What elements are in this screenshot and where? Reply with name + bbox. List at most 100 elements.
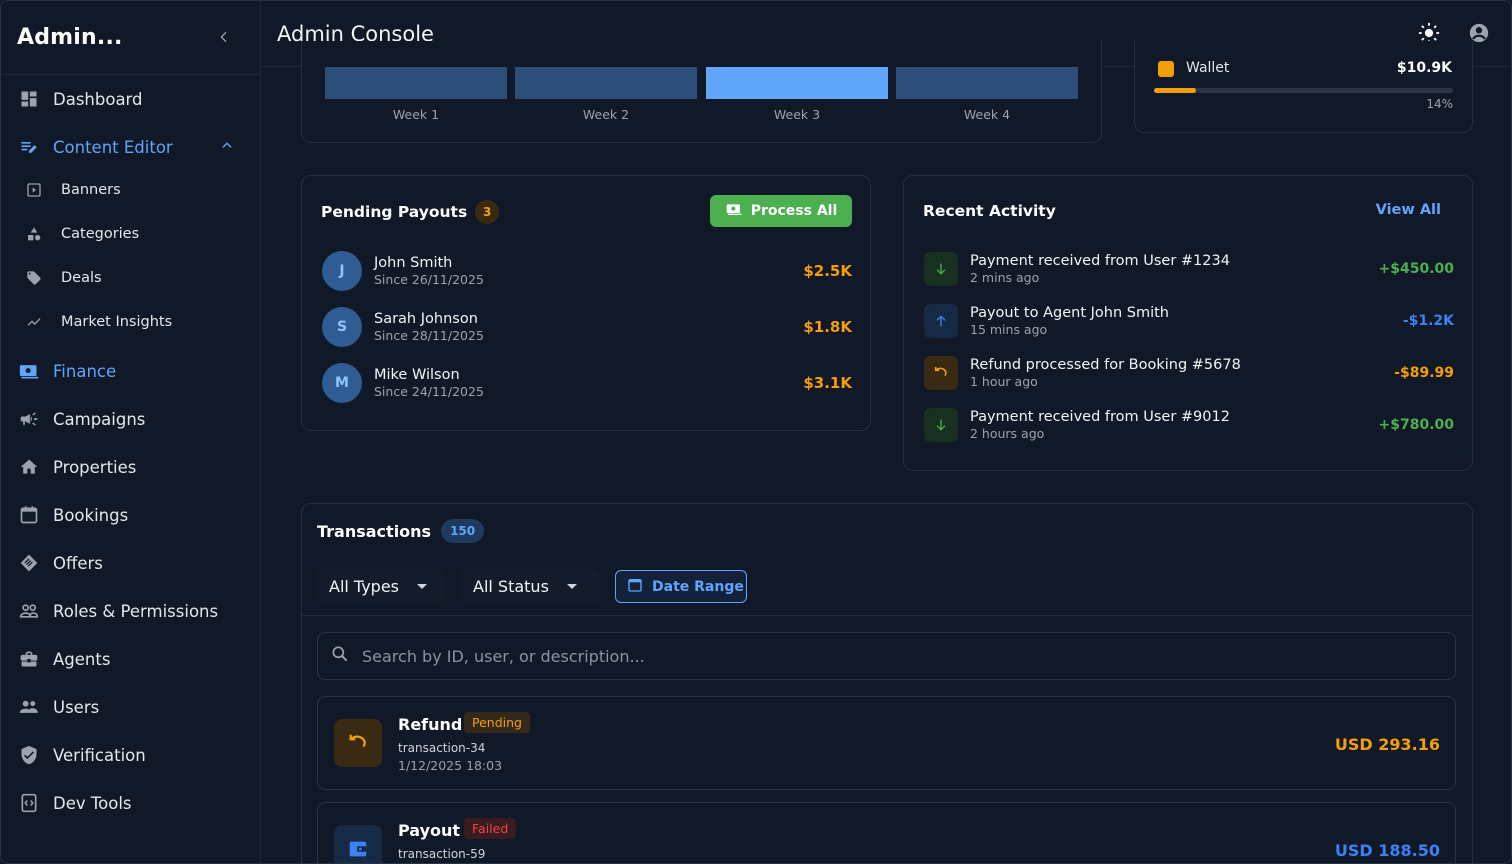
wallet-row: Wallet $10.9K — [1154, 61, 1452, 79]
payout-name: Mike Wilson — [374, 367, 460, 383]
sidebar: Admin... Dashboard Content Editor Banner… — [1, 1, 261, 863]
sidebar-item-label: Roles & Permissions — [53, 601, 219, 621]
activity-time: 2 mins ago — [970, 270, 1040, 285]
wallet-icon — [334, 825, 382, 863]
sidebar-subitem-label: Banners — [61, 182, 121, 198]
sidebar-item-label: Agents — [53, 649, 111, 669]
dashboard-icon — [17, 87, 41, 111]
chart-bar[interactable] — [515, 67, 697, 99]
payout-amount: $2.5K — [803, 262, 852, 280]
trend-icon — [25, 313, 43, 331]
divider — [302, 615, 1472, 616]
users-icon — [17, 695, 41, 719]
chevron-up-icon[interactable] — [220, 138, 234, 156]
payout-row[interactable]: M Mike Wilson Since 24/11/2025 $3.1K — [322, 363, 852, 403]
transactions-header: Transactions 150 — [317, 519, 485, 543]
view-all-link[interactable]: View All — [1376, 202, 1441, 218]
sidebar-item-agents[interactable]: Agents — [1, 635, 260, 683]
money-icon — [17, 359, 41, 383]
chart-bar-highlighted[interactable] — [706, 67, 888, 99]
sidebar-item-label: Verification — [53, 745, 146, 765]
code-icon — [17, 791, 41, 815]
process-all-label: Process All — [750, 203, 838, 219]
transaction-date: 1/12/2025 18:03 — [398, 758, 503, 773]
sidebar-item-label: Bookings — [53, 505, 129, 525]
payout-since: Since 28/11/2025 — [374, 328, 484, 343]
chart-bar[interactable] — [896, 67, 1078, 99]
activity-row[interactable]: Payout to Agent John Smith 15 mins ago -… — [924, 303, 1454, 339]
undo-icon — [334, 719, 382, 767]
transaction-item[interactable]: Payout Failed transaction-59 USD 188.50 — [317, 802, 1456, 863]
calendar-icon — [627, 577, 643, 597]
avatar: S — [322, 307, 362, 347]
sidebar-subitem-market-insights[interactable]: Market Insights — [1, 300, 260, 344]
brand-title: Admin... — [17, 25, 123, 50]
status-filter-select[interactable]: All Status — [461, 569, 599, 603]
activity-time: 1 hour ago — [970, 374, 1038, 389]
sidebar-item-verification[interactable]: Verification — [1, 731, 260, 779]
arrow-down-icon — [924, 252, 958, 286]
payout-since: Since 26/11/2025 — [374, 272, 484, 287]
wallet-icon — [1158, 61, 1174, 77]
recent-activity-card: Recent Activity View All Payment receive… — [903, 175, 1473, 471]
activity-amount: -$89.99 — [1394, 365, 1454, 381]
sidebar-item-campaigns[interactable]: Campaigns — [1, 395, 260, 443]
sidebar-item-label: Dashboard — [53, 89, 143, 109]
sidebar-subitem-categories[interactable]: Categories — [1, 212, 260, 256]
sidebar-item-finance[interactable]: Finance — [1, 347, 260, 395]
transaction-type: Payout — [398, 821, 461, 840]
type-filter-select[interactable]: All Types — [317, 569, 445, 603]
sidebar-item-roles-permissions[interactable]: Roles & Permissions — [1, 587, 260, 635]
sidebar-item-users[interactable]: Users — [1, 683, 260, 731]
transaction-id: transaction-34 — [398, 741, 486, 755]
activity-amount: +$450.00 — [1378, 261, 1455, 277]
sidebar-item-label: Properties — [53, 457, 137, 477]
campaign-icon — [17, 407, 41, 431]
sidebar-item-dashboard[interactable]: Dashboard — [1, 75, 260, 123]
sidebar-item-bookings[interactable]: Bookings — [1, 491, 260, 539]
search-input[interactable] — [362, 646, 1362, 666]
date-range-button[interactable]: Date Range — [615, 570, 747, 603]
sidebar-item-label: Dev Tools — [53, 793, 132, 813]
payout-name: John Smith — [374, 255, 453, 271]
sidebar-item-label: Users — [53, 697, 100, 717]
chart-week-label: Week 3 — [773, 107, 821, 122]
process-all-button[interactable]: Process All — [710, 195, 852, 227]
payout-row[interactable]: S Sarah Johnson Since 28/11/2025 $1.8K — [322, 307, 852, 347]
wallet-percent: 14% — [1426, 97, 1453, 111]
sidebar-subitem-banners[interactable]: Banners — [1, 168, 260, 212]
sidebar-item-label: Offers — [53, 553, 103, 573]
sidebar-item-properties[interactable]: Properties — [1, 443, 260, 491]
transactions-search[interactable] — [317, 632, 1456, 680]
wallet-progress-track — [1154, 88, 1453, 93]
chevron-left-icon[interactable] — [212, 26, 236, 50]
status-badge: Pending — [464, 712, 530, 733]
chart-week-label: Week 4 — [963, 107, 1011, 122]
tag-icon — [25, 269, 43, 287]
calendar-icon — [17, 503, 41, 527]
activity-row[interactable]: Payment received from User #9012 2 hours… — [924, 407, 1454, 443]
sidebar-item-label: Finance — [53, 361, 117, 381]
transactions-count-badge: 150 — [441, 519, 485, 543]
sidebar-item-content-editor[interactable]: Content Editor — [1, 123, 260, 171]
transaction-amount: USD 188.50 — [1334, 841, 1440, 860]
chart-bar[interactable] — [325, 67, 507, 99]
wallet-label: Wallet — [1186, 61, 1230, 76]
activity-description: Payment received from User #1234 — [970, 253, 1230, 269]
activity-row[interactable]: Payment received from User #1234 2 mins … — [924, 251, 1454, 287]
activity-time: 15 mins ago — [970, 322, 1048, 337]
arrow-down-icon — [924, 408, 958, 442]
arrow-up-icon — [924, 304, 958, 338]
chart-week-label: Week 2 — [582, 107, 630, 122]
offer-icon — [17, 551, 41, 575]
activity-row[interactable]: Refund processed for Booking #5678 1 hou… — [924, 355, 1454, 391]
sidebar-subitem-deals[interactable]: Deals — [1, 256, 260, 300]
sidebar-item-dev-tools[interactable]: Dev Tools — [1, 779, 260, 827]
home-icon — [17, 455, 41, 479]
pending-payouts-card: Pending Payouts 3 Process All J John Smi… — [301, 175, 871, 431]
transaction-item[interactable]: Refund Pending transaction-34 1/12/2025 … — [317, 696, 1456, 790]
shapes-icon — [25, 225, 43, 243]
payout-row[interactable]: J John Smith Since 26/11/2025 $2.5K — [322, 251, 852, 291]
avatar: M — [322, 363, 362, 403]
sidebar-item-offers[interactable]: Offers — [1, 539, 260, 587]
